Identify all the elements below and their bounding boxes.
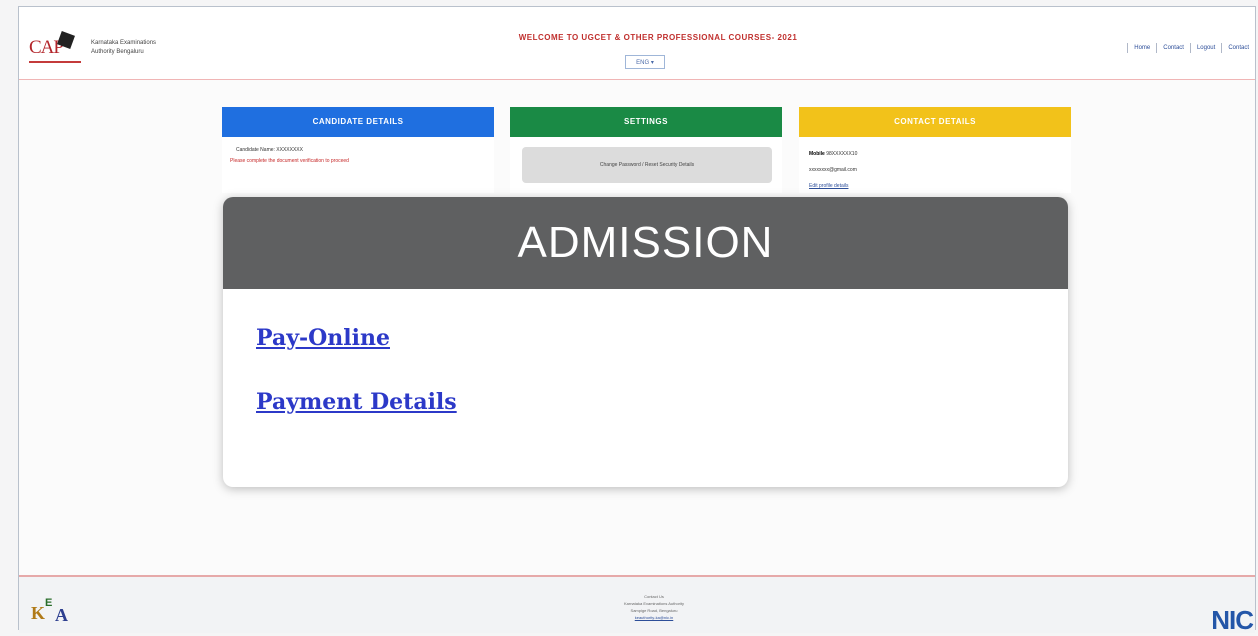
settings-action-button[interactable]: Change Password / Reset Security Details (522, 147, 772, 183)
footer-email-link[interactable]: keauthority-ka@nic.in (574, 614, 734, 621)
cap-logo: CAP (27, 31, 83, 67)
nic-logo: NIC (1211, 605, 1254, 635)
candidate-details-header: CANDIDATE DETAILS (222, 107, 494, 137)
candidate-warning-text: Please complete the document verificatio… (230, 158, 349, 164)
footer-line3: Sampige Road, Bengaluru (630, 608, 678, 613)
kea-logo-e: E (45, 597, 53, 609)
footer-line2: Karnataka Examinations Authority (623, 601, 685, 606)
org-name-line1: Karnataka Examinations (91, 40, 157, 46)
nav-link-contact[interactable]: Contact (1156, 43, 1190, 53)
org-name: Karnataka Examinations Authority Bengalu… (91, 39, 156, 57)
kea-logo: K E A (31, 597, 71, 627)
footer-line1: Contact Us (644, 594, 664, 599)
welcome-banner: WELCOME TO UGCET & OTHER PROFESSIONAL CO… (518, 33, 798, 42)
admission-panel: ADMISSION Pay-Online Payment Details (223, 197, 1068, 487)
payment-details-link[interactable]: Payment Details (256, 389, 457, 415)
settings-card: SETTINGS Change Password / Reset Securit… (510, 107, 782, 193)
candidate-name-text: Candidate Name: XXXXXXXX (236, 147, 303, 153)
contact-details-card: CONTACT DETAILS Mobile 98XXXXXX10 xxxxxx… (799, 107, 1071, 193)
candidate-details-card: CANDIDATE DETAILS Candidate Name: XXXXXX… (222, 107, 494, 193)
nav-link-home[interactable]: Home (1127, 43, 1156, 53)
nav-link-contact-2[interactable]: Contact (1221, 43, 1255, 53)
site-footer: K E A Contact Us Karnataka Examinations … (19, 575, 1255, 635)
org-name-line2: Authority Bengaluru (91, 49, 144, 55)
pay-online-link[interactable]: Pay-Online (256, 325, 390, 351)
site-header: CAP Karnataka Examinations Authority Ben… (19, 7, 1255, 80)
admission-title: ADMISSION (223, 197, 1068, 289)
contact-mobile-row: Mobile 98XXXXXX10 (809, 151, 857, 157)
nav-link-logout[interactable]: Logout (1189, 43, 1221, 53)
mobile-value: 98XXXXXX10 (826, 151, 858, 157)
settings-header: SETTINGS (510, 107, 782, 137)
top-nav: Home Contact Logout Contact (1127, 43, 1255, 53)
kea-logo-a: A (55, 605, 68, 625)
browser-frame: CAP Karnataka Examinations Authority Ben… (18, 6, 1256, 635)
logo-underline (29, 61, 81, 63)
edit-profile-link[interactable]: Edit profile details (809, 183, 848, 189)
kea-logo-k: K (31, 603, 46, 623)
contact-email: xxxxxxxx@gmail.com (809, 167, 857, 173)
language-select[interactable]: ENG ▾ (625, 55, 665, 69)
mobile-label: Mobile (809, 151, 825, 157)
footer-contact: Contact Us Karnataka Examinations Author… (574, 593, 734, 621)
contact-details-header: CONTACT DETAILS (799, 107, 1071, 137)
